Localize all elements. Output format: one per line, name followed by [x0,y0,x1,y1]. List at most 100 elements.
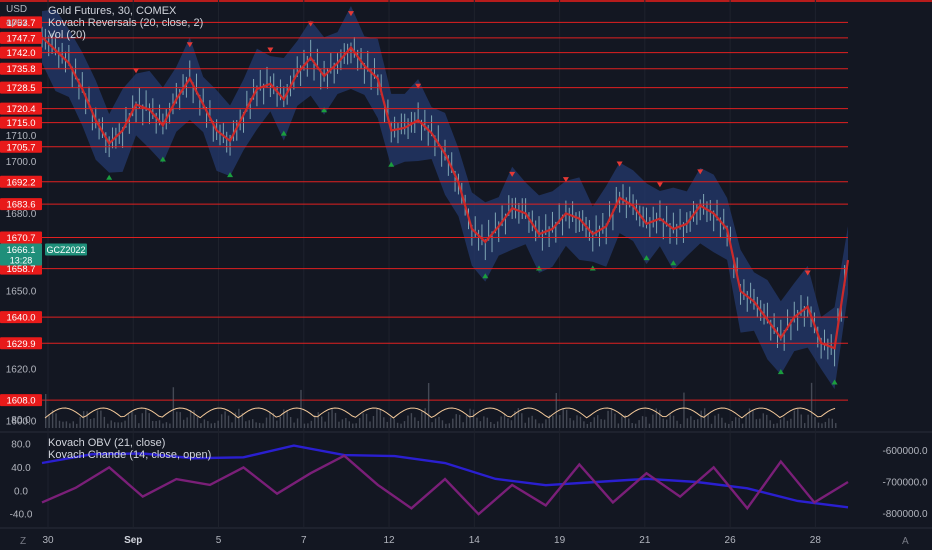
lower-y-tick-left: 40.0 [11,463,31,474]
volume-bar [396,422,399,428]
volume-bar [814,417,816,428]
volume-bar [693,419,695,428]
volume-bar [231,422,233,428]
volume-bar [162,423,164,428]
volume-bar [207,421,209,428]
volume-bar [776,423,778,428]
volume-bar [321,416,323,428]
volume-bar [617,423,620,428]
volume-bar [638,420,640,428]
volume-bar [679,423,682,428]
volume-bar [597,415,599,428]
user-label: apoz [6,17,28,28]
volume-bar [783,417,785,428]
volume-bar [835,423,837,428]
volume-bar [562,408,564,428]
volume-bar [503,414,506,428]
volume-bar [804,423,806,428]
y-tick-label: 1650.0 [6,287,37,298]
volume-bar [124,420,126,428]
volume-bar [238,408,240,428]
volume-bar [58,420,61,428]
volume-bar [800,414,802,428]
volume-bar [155,420,157,428]
legend-indicator-volume[interactable]: Vol (20) [48,29,86,41]
volume-bar [572,420,575,428]
volume-bar [120,422,123,428]
volume-bar [745,414,747,428]
volume-bar [545,419,547,428]
chart-canvas[interactable]: 30 Sep 5 7 12 14 19 21 26 281753.71747.71742.0173… [0,0,932,550]
x-tick-label: Sep [124,535,142,546]
volume-bar [569,418,571,428]
x-tick-label: 5 [216,535,222,546]
volume-bar [479,421,482,428]
volume-bar [86,411,88,428]
volume-bar [565,409,568,428]
volume-bar [89,418,92,428]
volume-bar [669,414,671,428]
zoom-reset-button[interactable]: Z [20,536,26,547]
volume-bar [576,415,578,428]
legend-symbol[interactable]: Gold Futures, 30, COMEX [48,5,176,17]
volume-bar [686,418,689,428]
volume-bar [217,420,219,428]
volume-bar [483,416,485,428]
volume-bar [338,421,340,428]
volume-bar [69,423,71,428]
volume-bar [779,419,782,428]
volume-bar [593,417,595,428]
volume-bar [421,411,423,428]
volume-bar [817,422,820,428]
volume-bar [79,416,81,428]
volume-bar [310,420,313,428]
volume-bar [821,423,823,428]
x-tick-label: 28 [810,535,822,546]
volume-bar [176,411,178,428]
volume-bar [103,416,106,428]
volume-bar [465,415,468,428]
volume-bar [424,408,426,428]
volume-bar [341,419,344,428]
volume-bar [735,417,737,428]
volume-bar [45,394,47,428]
volume-bar [555,392,557,428]
price-level-label: 1742.0 [6,48,35,59]
volume-bar [107,423,109,428]
volume-bar [255,422,257,428]
volume-bar [793,410,796,428]
volume-bar [131,410,133,428]
volume-bar [476,417,478,428]
price-level-label: 1715.0 [6,118,35,129]
price-level-label: 1608.0 [6,396,35,407]
volume-bar [296,418,299,428]
volume-bar [210,423,212,428]
y-tick-label: 1620.0 [6,364,37,375]
volume-bar [189,409,192,428]
volume-bar [490,421,492,428]
lower-y-tick-left: -40.0 [10,510,33,521]
volume-bar [448,423,451,428]
legend-indicator-reversals[interactable]: Kovach Reversals (20, close, 2) [48,17,203,29]
volume-bar [786,420,789,428]
volume-bar [245,421,247,428]
volume-bar [731,420,733,428]
volume-bar [355,423,357,428]
legend-indicator-obv[interactable]: Kovach OBV (21, close) [48,437,165,449]
volume-bar [186,417,188,428]
x-tick-label: 7 [301,535,307,546]
volume-bar [407,415,409,428]
volume-bar [493,423,495,428]
price-level-label: 1658.7 [6,264,35,275]
volume-bar [831,418,833,428]
volume-bar [348,421,350,428]
price-level-label: 1747.7 [6,33,35,44]
volume-bar [500,416,502,428]
volume-bar [538,423,540,428]
volume-bar [117,422,119,428]
legend-indicator-chande[interactable]: Kovach Chande (14, close, open) [48,449,211,461]
volume-bar [586,423,589,428]
price-level-label: 1670.7 [6,233,35,244]
auto-scale-button[interactable]: A [902,536,909,547]
volume-bar [521,413,523,428]
